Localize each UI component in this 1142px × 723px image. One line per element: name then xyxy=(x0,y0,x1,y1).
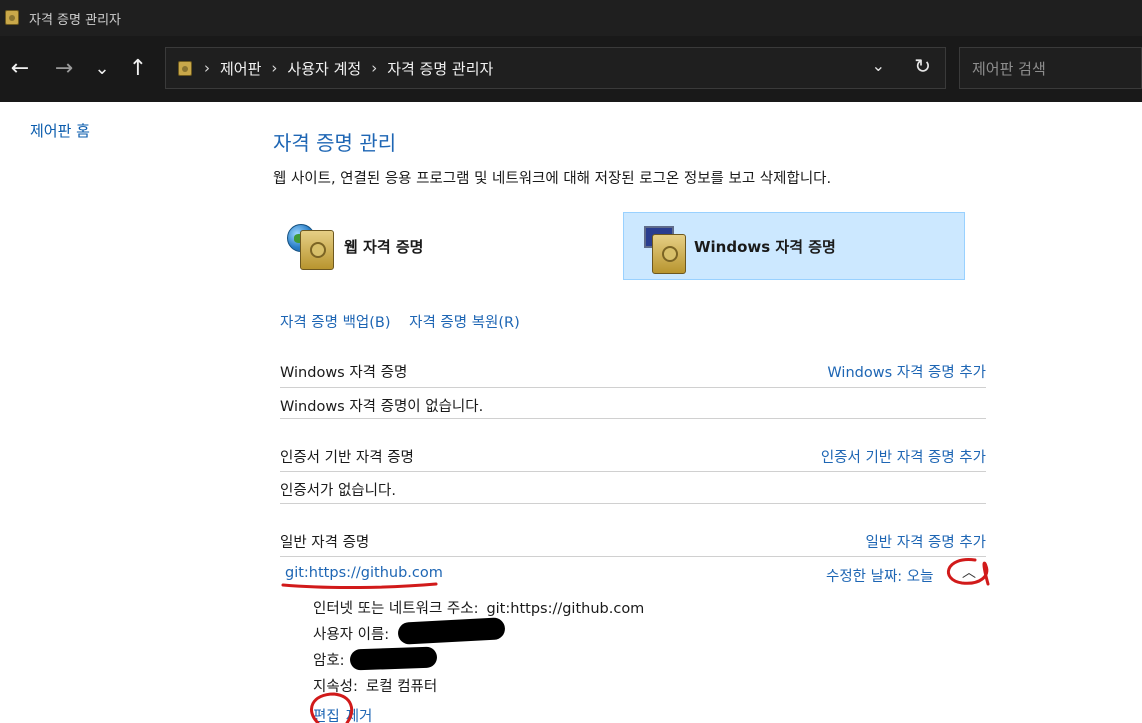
add-windows-credential-link[interactable]: Windows 자격 증명 추가 xyxy=(827,361,986,382)
title-bar: 자격 증명 관리자 xyxy=(0,0,1142,36)
section-divider xyxy=(280,556,986,557)
web-credentials-label: 웹 자격 증명 xyxy=(344,237,424,256)
address-dropdown-icon[interactable]: ⌄ xyxy=(872,56,885,75)
credential-actions: 편집 제거 xyxy=(313,705,378,723)
username-label: 사용자 이름: xyxy=(313,627,390,643)
backup-credentials-link[interactable]: 자격 증명 백업(B) xyxy=(280,315,391,331)
collapse-chevron-icon[interactable]: ︿ xyxy=(962,562,976,582)
breadcrumb-separator: › xyxy=(371,59,378,77)
persistence-label: 지속성: xyxy=(313,679,358,695)
page-description: 웹 사이트, 연결된 응용 프로그램 및 네트워크에 대해 저장된 로그온 정보… xyxy=(273,171,832,187)
navigation-bar: ← → ⌄ ↑ › 제어판 › 사용자 계정 › 자격 증명 관리자 ⌄ ↻ 제… xyxy=(0,36,1142,102)
annotation-underline xyxy=(281,582,438,590)
add-generic-credential-link[interactable]: 일반 자격 증명 추가 xyxy=(865,531,986,552)
password-label: 암호: xyxy=(313,653,345,669)
credential-entry-name[interactable]: git:https://github.com xyxy=(285,565,443,581)
credential-modified-date: 수정한 날짜: 오늘 xyxy=(826,569,934,585)
window-title: 자격 증명 관리자 xyxy=(29,12,121,28)
backup-restore-links: 자격 증명 백업(B) 자격 증명 복원(R) xyxy=(280,311,534,332)
credential-password-row: 암호: xyxy=(313,649,345,670)
windows-credentials-label: Windows 자격 증명 xyxy=(694,237,836,256)
breadcrumb-credential-manager[interactable]: 자격 증명 관리자 xyxy=(387,58,493,79)
credential-persistence-row: 지속성: 로컬 컴퓨터 xyxy=(313,675,437,696)
control-panel-icon xyxy=(178,60,192,76)
breadcrumb-control-panel[interactable]: 제어판 xyxy=(220,58,261,79)
credential-username-row: 사용자 이름: xyxy=(313,623,389,644)
add-certificate-credential-link[interactable]: 인증서 기반 자격 증명 추가 xyxy=(821,446,986,467)
address-label: 인터넷 또는 네트워크 주소: xyxy=(313,601,479,617)
page-title: 자격 증명 관리 xyxy=(273,131,397,155)
breadcrumb-separator: › xyxy=(204,59,210,77)
refresh-icon[interactable]: ↻ xyxy=(914,54,931,78)
remove-credential-link[interactable]: 제거 xyxy=(346,709,373,723)
breadcrumb-separator: › xyxy=(271,59,278,77)
windows-credentials-section-title: Windows 자격 증명 xyxy=(280,365,408,381)
web-credentials-icon xyxy=(284,218,340,274)
certificate-empty-message: 인증서가 없습니다. xyxy=(280,483,396,499)
search-input[interactable]: 제어판 검색 xyxy=(959,47,1142,89)
certificate-credentials-section-title: 인증서 기반 자격 증명 xyxy=(280,450,414,466)
redacted-username xyxy=(397,617,506,645)
persistence-value: 로컬 컴퓨터 xyxy=(365,679,438,695)
section-divider xyxy=(280,387,986,388)
address-value: git:https://github.com xyxy=(486,601,645,617)
breadcrumb-user-accounts[interactable]: 사용자 계정 xyxy=(287,58,361,79)
restore-credentials-link[interactable]: 자격 증명 복원(R) xyxy=(409,315,520,331)
generic-credentials-section-title: 일반 자격 증명 xyxy=(280,535,370,551)
forward-arrow-icon[interactable]: → xyxy=(49,53,79,83)
section-divider xyxy=(280,471,986,472)
back-arrow-icon[interactable]: ← xyxy=(5,53,35,83)
redacted-password xyxy=(349,646,438,671)
credential-manager-icon xyxy=(5,10,21,26)
credential-address-row: 인터넷 또는 네트워크 주소: git:https://github.com xyxy=(313,597,644,618)
control-panel-home-link[interactable]: 제어판 홈 xyxy=(30,120,90,141)
up-arrow-icon[interactable]: ↑ xyxy=(123,53,153,83)
windows-credentials-icon xyxy=(634,218,690,274)
address-bar[interactable]: › 제어판 › 사용자 계정 › 자격 증명 관리자 ⌄ ↻ xyxy=(165,47,946,89)
windows-credentials-tile[interactable]: Windows 자격 증명 xyxy=(623,212,965,280)
recent-locations-chevron-icon[interactable]: ⌄ xyxy=(87,53,117,83)
section-divider xyxy=(280,503,986,504)
edit-credential-link[interactable]: 편집 xyxy=(313,709,340,723)
web-credentials-tile[interactable]: 웹 자격 증명 xyxy=(284,212,614,280)
windows-credentials-empty-message: Windows 자격 증명이 없습니다. xyxy=(280,399,484,415)
section-divider xyxy=(280,418,986,419)
